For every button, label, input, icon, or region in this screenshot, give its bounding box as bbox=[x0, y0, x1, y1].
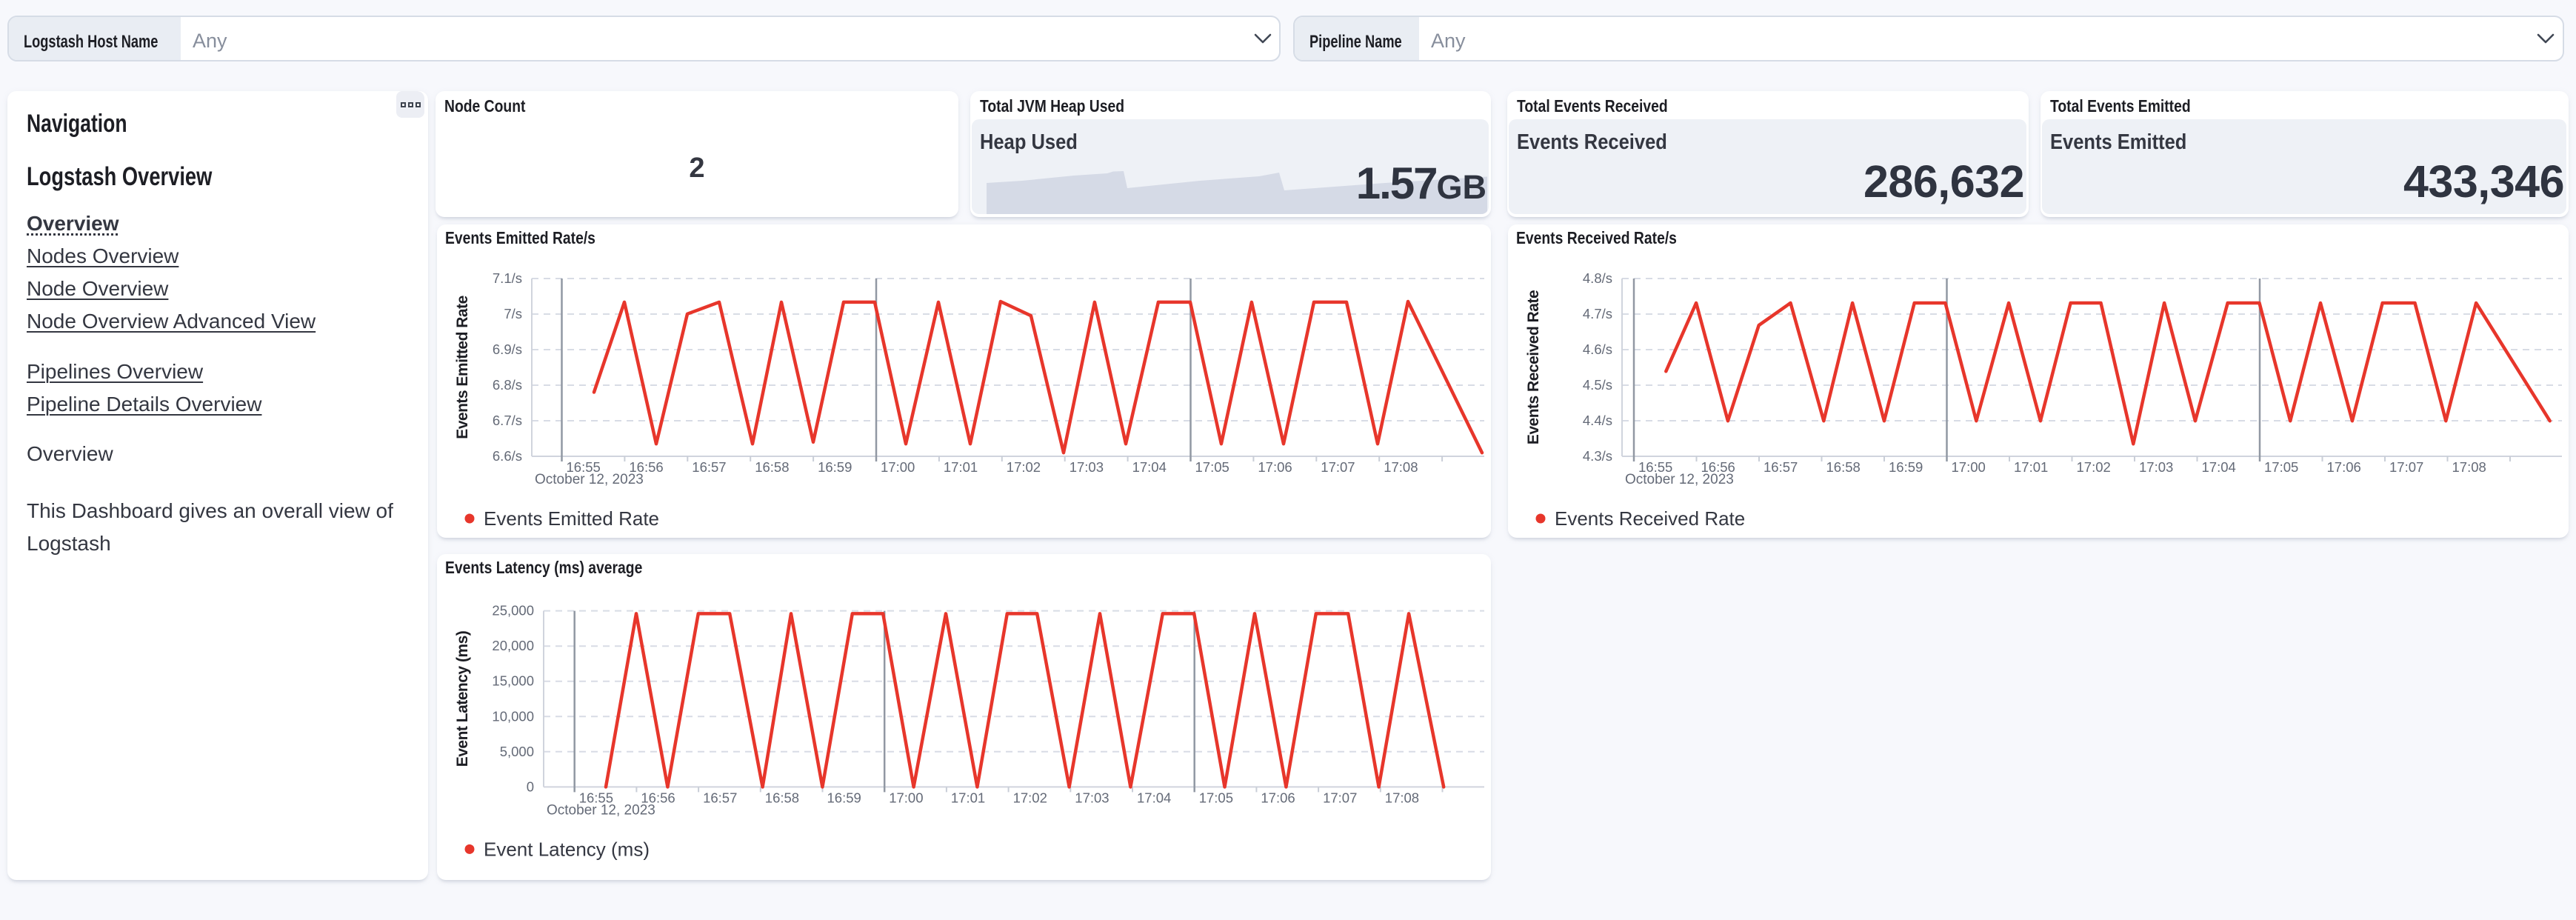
svg-text:Event Latency (ms): Event Latency (ms) bbox=[454, 631, 471, 767]
svg-text:6.8/s: 6.8/s bbox=[493, 377, 522, 393]
svg-text:6.7/s: 6.7/s bbox=[493, 413, 522, 428]
svg-text:17:03: 17:03 bbox=[2139, 459, 2173, 475]
svg-text:4.5/s: 4.5/s bbox=[1583, 377, 1612, 393]
svg-text:16:57: 16:57 bbox=[703, 790, 737, 805]
svg-text:16:58: 16:58 bbox=[755, 459, 789, 475]
svg-text:17:04: 17:04 bbox=[1132, 459, 1167, 475]
svg-text:17:02: 17:02 bbox=[1007, 459, 1041, 475]
svg-text:Event Latency (ms): Event Latency (ms) bbox=[484, 838, 650, 860]
svg-text:Events Emitted Rate: Events Emitted Rate bbox=[454, 296, 471, 439]
svg-text:17:05: 17:05 bbox=[1199, 790, 1233, 805]
svg-text:17:07: 17:07 bbox=[1323, 790, 1357, 805]
svg-text:17:05: 17:05 bbox=[1195, 459, 1229, 475]
svg-text:4.3/s: 4.3/s bbox=[1583, 448, 1612, 464]
svg-text:17:08: 17:08 bbox=[2452, 459, 2486, 475]
svg-text:Events Received Rate: Events Received Rate bbox=[1555, 507, 1745, 530]
svg-text:17:02: 17:02 bbox=[1013, 790, 1047, 805]
svg-text:20,000: 20,000 bbox=[492, 638, 534, 653]
svg-text:17:04: 17:04 bbox=[2202, 459, 2236, 475]
svg-text:25,000: 25,000 bbox=[492, 603, 534, 619]
svg-text:0: 0 bbox=[527, 779, 534, 794]
svg-text:16:59: 16:59 bbox=[818, 459, 852, 475]
svg-text:7.1/s: 7.1/s bbox=[493, 270, 522, 286]
svg-text:16:58: 16:58 bbox=[765, 790, 799, 805]
svg-text:17:08: 17:08 bbox=[1384, 459, 1418, 475]
svg-text:October 12, 2023: October 12, 2023 bbox=[535, 472, 644, 487]
svg-text:16:57: 16:57 bbox=[692, 459, 726, 475]
svg-text:Events Received Rate: Events Received Rate bbox=[1525, 290, 1542, 444]
svg-text:17:01: 17:01 bbox=[2014, 459, 2048, 475]
svg-text:6.6/s: 6.6/s bbox=[493, 448, 522, 464]
svg-text:7/s: 7/s bbox=[504, 306, 522, 321]
svg-text:17:03: 17:03 bbox=[1075, 790, 1109, 805]
svg-text:Events Emitted Rate: Events Emitted Rate bbox=[484, 507, 659, 530]
svg-text:17:03: 17:03 bbox=[1070, 459, 1104, 475]
svg-text:17:07: 17:07 bbox=[1321, 459, 1355, 475]
svg-text:October 12, 2023: October 12, 2023 bbox=[1625, 472, 1734, 487]
svg-text:6.9/s: 6.9/s bbox=[493, 341, 522, 357]
svg-text:17:02: 17:02 bbox=[2077, 459, 2111, 475]
svg-text:16:59: 16:59 bbox=[827, 790, 861, 805]
svg-text:4.8/s: 4.8/s bbox=[1583, 270, 1612, 286]
svg-text:17:08: 17:08 bbox=[1385, 790, 1419, 805]
svg-text:17:07: 17:07 bbox=[2389, 459, 2423, 475]
svg-text:4.7/s: 4.7/s bbox=[1583, 306, 1612, 321]
svg-text:4.4/s: 4.4/s bbox=[1583, 413, 1612, 428]
svg-text:5,000: 5,000 bbox=[500, 744, 534, 759]
svg-text:17:01: 17:01 bbox=[944, 459, 978, 475]
svg-text:17:01: 17:01 bbox=[951, 790, 985, 805]
svg-text:16:57: 16:57 bbox=[1764, 459, 1798, 475]
svg-text:16:59: 16:59 bbox=[1889, 459, 1923, 475]
svg-text:October 12, 2023: October 12, 2023 bbox=[547, 802, 655, 818]
svg-text:15,000: 15,000 bbox=[492, 673, 534, 689]
svg-text:17:06: 17:06 bbox=[1258, 459, 1292, 475]
svg-text:17:06: 17:06 bbox=[1261, 790, 1295, 805]
svg-text:17:06: 17:06 bbox=[2327, 459, 2361, 475]
svg-text:4.6/s: 4.6/s bbox=[1583, 341, 1612, 357]
svg-text:16:58: 16:58 bbox=[1826, 459, 1861, 475]
svg-text:17:00: 17:00 bbox=[889, 790, 923, 805]
svg-text:17:00: 17:00 bbox=[1952, 459, 1986, 475]
svg-text:17:04: 17:04 bbox=[1137, 790, 1171, 805]
svg-text:17:00: 17:00 bbox=[881, 459, 915, 475]
svg-text:17:05: 17:05 bbox=[2264, 459, 2298, 475]
svg-text:10,000: 10,000 bbox=[492, 708, 534, 724]
